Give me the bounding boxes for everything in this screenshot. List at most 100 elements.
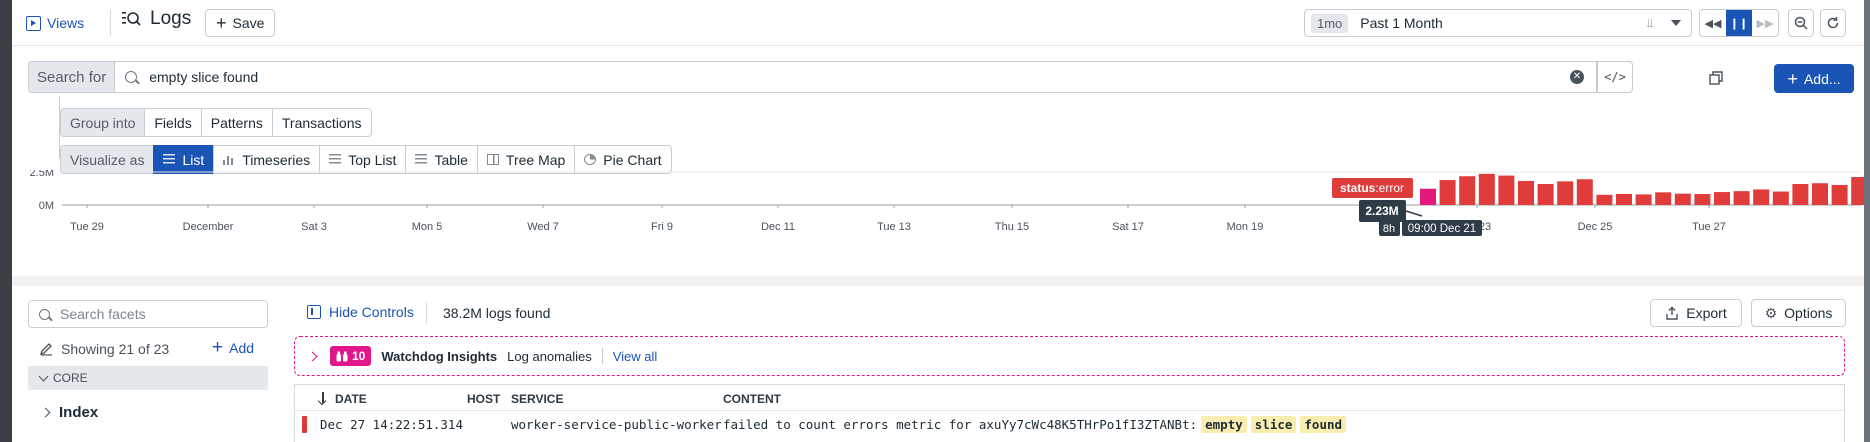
save-button[interactable]: + Save — [205, 9, 276, 37]
search-icon — [39, 308, 50, 320]
chart-bar[interactable] — [1772, 191, 1789, 205]
log-volume-chart-svg[interactable]: 2.5M 0M Tue 29 December Sat 3 Mon 5 Wed 7 Fri 9… — [12, 170, 1864, 270]
search-input[interactable]: empty slice found ✕ — [115, 61, 1597, 93]
value-tooltip-pointer — [1405, 210, 1423, 217]
column-header-service[interactable]: SERVICE — [511, 392, 563, 406]
pause-button[interactable]: ❙❙ — [1726, 10, 1752, 36]
chevron-right-icon[interactable] — [307, 351, 318, 361]
refresh-icon — [1827, 17, 1839, 29]
chart-bar[interactable] — [1518, 180, 1534, 205]
chart-bar[interactable] — [1537, 184, 1554, 205]
table-icon — [415, 154, 428, 165]
x-tick-label: Dec 25 — [1578, 221, 1613, 233]
chevron-down-icon — [38, 371, 49, 381]
watchdog-insights-banner[interactable]: 10 Watchdog Insights Log anomalies View … — [294, 336, 1845, 376]
logs-found-count: 38.2M logs found — [443, 305, 551, 321]
chart-bar[interactable] — [1674, 193, 1691, 205]
search-query[interactable]: empty slice found — [149, 69, 1570, 85]
query-code-button[interactable]: </> — [1597, 61, 1633, 93]
tree-map-icon — [486, 154, 499, 165]
facet-index[interactable]: Index — [40, 404, 98, 421]
zoom-out-button[interactable] — [1788, 9, 1814, 37]
facet-search-input[interactable] — [28, 300, 268, 328]
chevron-down-icon[interactable] — [1671, 20, 1681, 26]
chart-bar[interactable] — [1812, 183, 1828, 205]
watchdog-title: Watchdog Insights — [381, 348, 498, 364]
time-range-badge: 1mo — [1311, 13, 1349, 33]
chart-bar[interactable] — [1753, 189, 1770, 205]
chart-bar[interactable] — [1733, 191, 1750, 205]
chart-bar[interactable] — [1655, 192, 1672, 205]
add-facet-button[interactable]: + Add — [212, 337, 255, 358]
chart-bar[interactable] — [1792, 184, 1809, 205]
export-label: Export — [1686, 305, 1727, 321]
export-button[interactable]: Export — [1650, 299, 1742, 327]
chart-bar[interactable] — [1439, 180, 1456, 205]
chart-bar[interactable] — [1831, 184, 1848, 205]
viz-option-table-label: Table — [434, 151, 468, 168]
views-button[interactable]: Views — [26, 11, 84, 35]
pie-chart-icon — [584, 154, 597, 165]
clear-search-icon[interactable]: ✕ — [1570, 70, 1584, 84]
left-nav-strip — [0, 0, 12, 442]
time-range-picker[interactable]: 1mo Past 1 Month ⫫ — [1304, 9, 1692, 37]
copy-query-button[interactable] — [1704, 66, 1728, 90]
viz-option-piechart-label: Pie Chart — [603, 151, 662, 168]
x-tick-label: Tue 13 — [877, 221, 911, 233]
rewind-icon[interactable]: ◀◀ — [1700, 10, 1726, 36]
log-service: worker-service-public-worker — [511, 417, 722, 432]
chart-bar[interactable] — [1616, 193, 1632, 205]
group-option-patterns[interactable]: Patterns — [200, 108, 273, 137]
chart-bar[interactable] — [1459, 176, 1476, 205]
options-button[interactable]: ⚙ Options — [1751, 299, 1846, 327]
hide-controls-button[interactable]: Hide Controls — [307, 304, 414, 320]
sidebar-toggle-icon — [307, 305, 321, 319]
section-divider — [12, 276, 1864, 286]
chart-bar[interactable] — [1851, 177, 1864, 205]
facet-group-core[interactable]: CORE — [28, 366, 268, 390]
options-label: Options — [1784, 305, 1833, 321]
add-facet-label: Add — [229, 340, 255, 356]
copy-icon — [1709, 71, 1723, 85]
chart-bar[interactable] — [1635, 194, 1652, 205]
facet-search-field[interactable] — [60, 306, 250, 322]
fast-forward-icon[interactable]: ▶▶ — [1752, 10, 1778, 36]
log-volume-chart[interactable]: 2.5M 0M Tue 29 December Sat 3 Mon 5 Wed 7 Fri 9… — [12, 170, 1864, 270]
chart-bar[interactable] — [1478, 173, 1495, 205]
x-tick-label: Thu 15 — [995, 221, 1029, 233]
chevron-right-icon — [40, 407, 51, 418]
viz-option-treemap-label: Tree Map — [505, 151, 566, 168]
chart-bar[interactable] — [1498, 175, 1515, 205]
chart-bar[interactable] — [1557, 181, 1574, 205]
value-tooltip-label: 2.23M — [1365, 204, 1398, 218]
page-title: Logs — [120, 8, 191, 30]
plus-icon: + — [216, 13, 227, 33]
chart-bar[interactable] — [1714, 192, 1730, 205]
x-tick-label: Mon 19 — [1227, 221, 1264, 233]
add-query-button[interactable]: + Add... — [1774, 64, 1854, 93]
chart-bar-highlighted[interactable] — [1420, 188, 1436, 205]
pencil-icon[interactable] — [39, 342, 53, 356]
watchdog-count: 10 — [352, 349, 366, 363]
column-header-content[interactable]: CONTENT — [723, 392, 781, 406]
chart-bar[interactable] — [1694, 194, 1711, 205]
log-content-text: failed to count errors metric for axuYy7… — [723, 417, 1198, 432]
scrollbar[interactable] — [1864, 0, 1870, 442]
group-option-fields[interactable]: Fields — [144, 108, 202, 137]
pin-icon[interactable]: ⫫ — [1643, 16, 1657, 30]
plus-icon: + — [212, 337, 224, 358]
column-header-date[interactable]: DATE — [335, 392, 367, 406]
x-tick-label: Mon 5 — [412, 221, 443, 233]
y-tick-label: 2.5M — [30, 170, 54, 179]
refresh-button[interactable] — [1820, 9, 1846, 37]
column-header-host[interactable]: HOST — [467, 392, 500, 406]
facet-count: Showing 21 of 23 — [39, 341, 169, 357]
chart-bar[interactable] — [1596, 194, 1613, 205]
sort-descending-icon[interactable] — [318, 392, 328, 404]
chart-bar[interactable] — [1576, 179, 1593, 205]
group-option-transactions[interactable]: Transactions — [271, 108, 372, 137]
table-row[interactable]: Dec 27 14:22:51.314 worker-service-publi… — [295, 412, 1844, 438]
top-list-icon — [329, 154, 342, 165]
timeseries-icon — [223, 154, 236, 165]
watchdog-view-all-link[interactable]: View all — [613, 349, 658, 364]
